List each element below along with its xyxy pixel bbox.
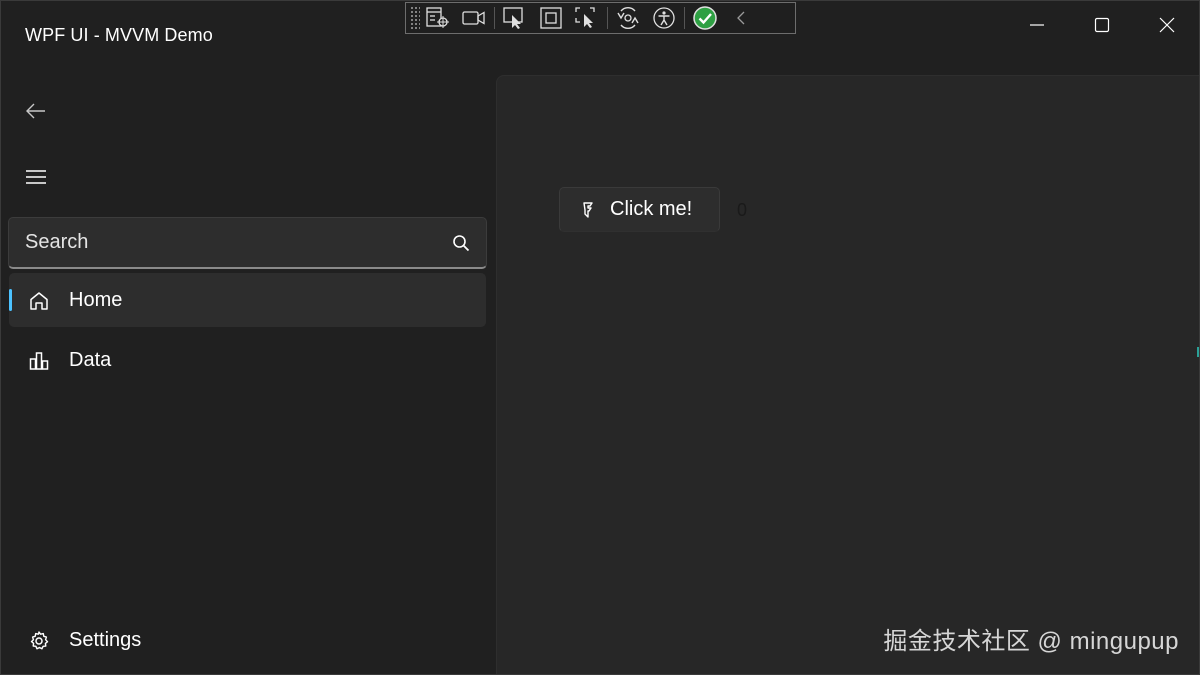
toolbar-separator [684, 7, 685, 29]
nav-item-settings[interactable]: Settings [9, 613, 486, 667]
minimize-button[interactable] [1004, 1, 1070, 49]
maximize-button[interactable] [1069, 1, 1135, 49]
bar-chart-icon [27, 349, 51, 373]
app-window: WPF UI - MVVM Demo Search Home Data Sett… [0, 0, 1200, 675]
close-button[interactable] [1134, 1, 1199, 49]
toolbar-separator [494, 7, 495, 29]
hamburger-icon [26, 170, 46, 184]
nav-item-label: Data [69, 348, 112, 371]
window-title: WPF UI - MVVM Demo [25, 25, 213, 45]
search-box [8, 217, 487, 269]
minimize-icon [1030, 24, 1044, 26]
record-video-icon [462, 11, 485, 25]
content-frame: Click me! 0 掘金技术社区 @ mingupup [496, 75, 1199, 674]
pane-toggle-button[interactable] [13, 155, 59, 199]
binding-check-icon [693, 6, 717, 30]
display-layout-adorners-button[interactable] [533, 3, 569, 33]
window-edge-accent [1197, 347, 1199, 357]
collapse-chevron-icon [737, 11, 745, 25]
collapse-toolbar-button[interactable] [723, 3, 759, 33]
select-element-button[interactable] [497, 3, 533, 33]
toolbar-grip[interactable] [410, 6, 420, 30]
track-focus-icon [575, 7, 595, 28]
search-icon [453, 234, 470, 251]
search-button[interactable] [436, 218, 486, 267]
display-layout-adorners-icon [540, 7, 562, 29]
binding-check-button[interactable] [687, 3, 723, 33]
close-icon [1159, 17, 1175, 33]
counter-value: 0 [737, 200, 748, 220]
click-me-button[interactable]: Click me! [559, 187, 720, 232]
live-visual-tree-button[interactable] [420, 3, 456, 33]
arrow-left-icon [26, 103, 45, 119]
record-video-button[interactable] [456, 3, 492, 33]
accessibility-button[interactable] [646, 3, 682, 33]
hot-reload-button[interactable] [610, 3, 646, 33]
track-focus-button[interactable] [569, 3, 605, 33]
fluent-logo-icon [578, 200, 598, 220]
nav-item-home[interactable]: Home [9, 273, 486, 327]
selection-indicator [9, 289, 12, 311]
watermark-text: 掘金技术社区 @ mingupup [883, 628, 1179, 655]
back-button[interactable] [13, 89, 59, 133]
select-element-icon [503, 7, 523, 29]
live-visual-tree-icon [426, 7, 449, 28]
toolbar-separator [607, 7, 608, 29]
accessibility-icon [653, 7, 675, 29]
nav-item-data[interactable]: Data [9, 333, 486, 387]
nav-item-label: Settings [69, 628, 142, 651]
xaml-debug-toolbar [405, 2, 796, 34]
home-icon [27, 289, 51, 313]
hot-reload-icon [617, 7, 639, 29]
nav-item-label: Home [69, 288, 123, 311]
click-me-label: Click me! [610, 198, 693, 220]
search-input[interactable] [9, 218, 436, 267]
maximize-icon [1094, 17, 1110, 33]
gear-icon [27, 629, 51, 653]
